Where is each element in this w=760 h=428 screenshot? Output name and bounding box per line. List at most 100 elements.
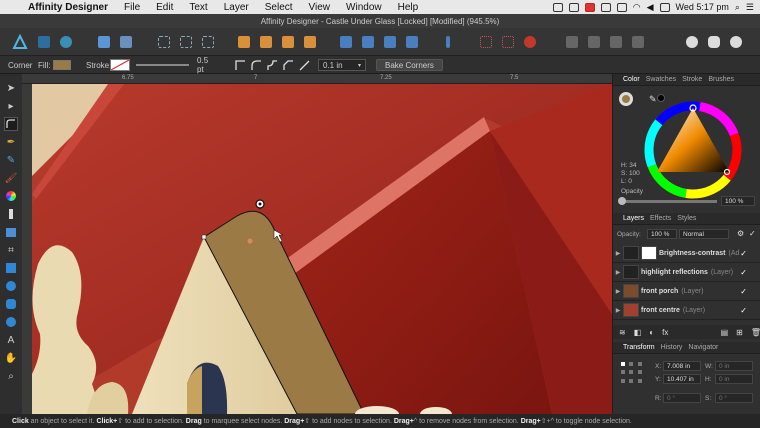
tab-styles[interactable]: Styles [677,215,696,222]
y-field[interactable]: 10.407 in [663,374,701,384]
corner-type-round-button[interactable] [250,59,262,71]
pen-tool-icon[interactable]: ✒ [5,136,17,148]
hand-tool-icon[interactable]: ✋ [5,352,17,364]
layer-row[interactable]: ▶ front porch (Layer) ✓ [613,282,760,301]
document-setup-icon[interactable] [96,34,112,50]
expand-icon[interactable]: ▶ [613,288,623,295]
flip-horizontal-icon[interactable] [338,34,354,50]
tab-effects[interactable]: Effects [650,215,671,222]
x-field[interactable]: 7.008 in [663,361,701,371]
trash-icon[interactable]: 🗑 [751,328,760,337]
zoom-tool-icon[interactable]: ⌕ [5,370,17,382]
preferences-icon[interactable] [118,34,134,50]
arrange-back-icon[interactable] [236,34,252,50]
boolean-add-icon[interactable] [564,34,580,50]
menu-app-name[interactable]: Affinity Designer [24,2,116,13]
vector-brush-icon[interactable]: 🖌 [5,172,18,184]
dropbox-icon[interactable] [616,2,627,12]
visibility-check-icon[interactable]: ✓ [740,268,747,277]
rotate-left-icon[interactable] [382,34,398,50]
tab-stroke[interactable]: Stroke [682,76,702,83]
tab-history[interactable]: History [661,344,683,351]
corner-type-concave-button[interactable] [266,59,278,71]
menu-view[interactable]: View [301,2,339,13]
fill-swatch[interactable] [53,59,71,71]
color-picker-icon[interactable] [728,34,744,50]
rotation-field[interactable]: 0 ° [663,393,701,403]
color-wheel[interactable] [643,100,743,200]
menu-select[interactable]: Select [257,2,301,13]
add-layer-icon[interactable]: ⊞ [736,328,743,337]
stroke-swatch[interactable] [110,59,130,71]
corner-type-straight-button[interactable] [298,59,310,71]
expand-icon[interactable]: ▶ [613,307,623,314]
menu-layer[interactable]: Layer [216,2,257,13]
clock-text[interactable]: Wed 5:17 pm [676,2,729,12]
export-persona-icon[interactable] [58,34,74,50]
visibility-check-icon[interactable]: ✓ [749,229,756,238]
grid-icon[interactable] [200,34,216,50]
view-mode-icon[interactable] [178,34,194,50]
visibility-check-icon[interactable]: ✓ [740,287,747,296]
boolean-subtract-icon[interactable] [586,34,602,50]
rotate-right-icon[interactable] [404,34,420,50]
gear-icon[interactable]: ⚙ [737,229,744,238]
bake-corners-button[interactable]: Bake Corners [376,59,443,71]
arrange-backward-icon[interactable] [258,34,274,50]
tab-layers[interactable]: Layers [623,215,644,222]
menu-edit[interactable]: Edit [148,2,181,13]
text-tool-icon[interactable]: A [5,334,17,346]
stroke-width-slider[interactable]: 0.5 pt [136,56,216,74]
boolean-xor-icon[interactable] [630,34,646,50]
tab-color[interactable]: Color [623,76,640,83]
calendar-icon[interactable] [584,2,595,12]
anchor-grid[interactable] [621,362,643,384]
flip-vertical-icon[interactable] [360,34,376,50]
corner-type-chamfer-button[interactable] [282,59,294,71]
layer-stack-icon[interactable]: ≋ [619,328,626,337]
snap-grid-icon[interactable] [478,34,494,50]
visibility-check-icon[interactable]: ✓ [740,306,747,315]
boolean-intersect-icon[interactable] [608,34,624,50]
menu-file[interactable]: File [116,2,148,13]
menu-help[interactable]: Help [390,2,427,13]
pencil-tool-icon[interactable]: ✎ [5,154,17,166]
menu-extra-icon[interactable] [600,2,611,12]
crop-tool-icon[interactable]: ⌗ [5,244,17,256]
tab-brushes[interactable]: Brushes [708,76,734,83]
transparency-tool-icon[interactable] [5,208,17,220]
shape-tool-icon[interactable] [5,316,17,328]
align-icon[interactable] [440,34,456,50]
layer-row[interactable]: ▶ highlight reflections (Layer) ✓ [613,263,760,282]
shear-field[interactable]: 0 ° [715,393,753,403]
corner-type-sharp-button[interactable] [234,59,246,71]
assistant-icon[interactable] [684,34,700,50]
volume-icon[interactable]: ◀ [647,2,654,13]
node-tool-icon[interactable]: ▸ [5,100,17,112]
fx-icon[interactable]: fx [662,328,668,337]
battery-icon[interactable] [659,2,670,12]
selection-box-icon[interactable] [706,34,722,50]
wifi-icon[interactable]: ◠ [633,2,641,13]
arrange-front-icon[interactable] [302,34,318,50]
arrange-forward-icon[interactable] [280,34,296,50]
place-image-icon[interactable] [5,226,17,238]
search-icon[interactable]: ⌕ [735,2,740,13]
snap-options-icon[interactable] [500,34,516,50]
snapping-icon[interactable] [156,34,172,50]
tab-transform[interactable]: Transform [623,344,655,351]
rounded-rectangle-tool-icon[interactable] [5,298,17,310]
menu-text[interactable]: Text [181,2,215,13]
corner-tool-icon[interactable] [4,117,18,131]
menu-extra-icon[interactable] [568,2,579,12]
affinity-logo-icon[interactable] [12,34,28,50]
adjustment-icon[interactable]: ◐ [649,328,654,337]
layer-row[interactable]: ▶ front centre (Layer) ✓ [613,301,760,320]
move-tool-icon[interactable]: ➤ [5,82,17,94]
tab-swatches[interactable]: Swatches [646,76,676,83]
opacity-field[interactable]: 100 % [721,196,755,206]
magnet-icon[interactable] [522,34,538,50]
h-field[interactable]: 0 in [715,374,753,384]
document-canvas[interactable] [32,84,612,414]
fill-tool-icon[interactable] [5,190,17,202]
